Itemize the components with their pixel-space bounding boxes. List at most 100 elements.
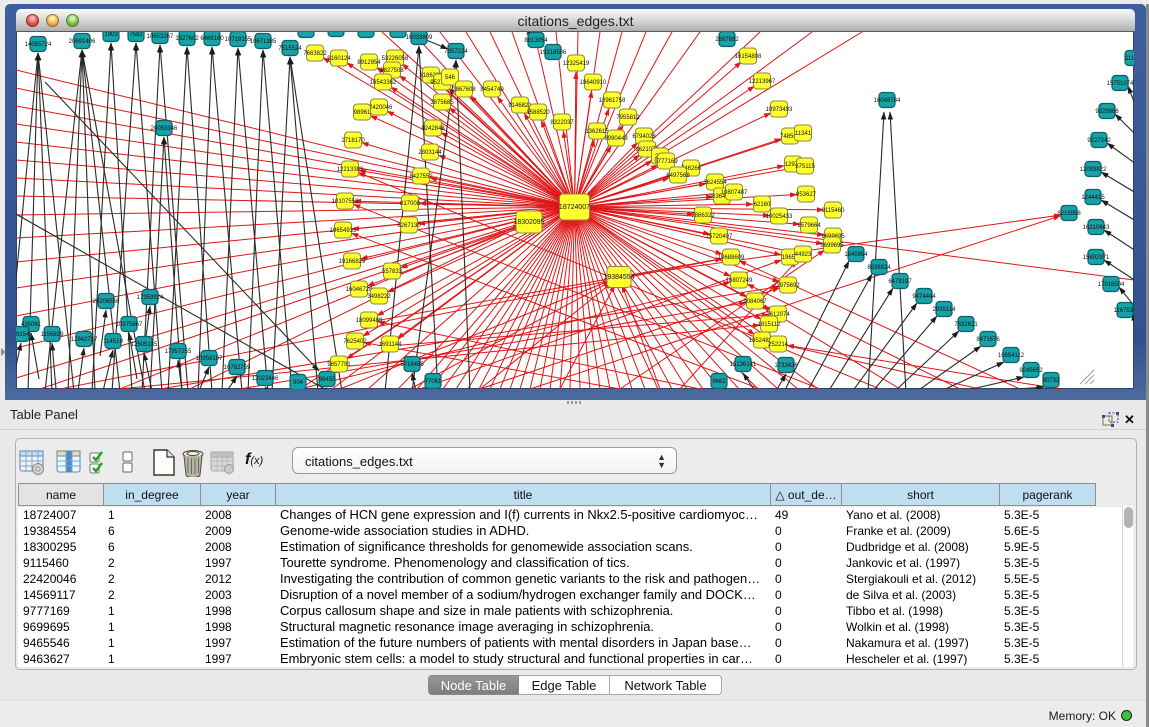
svg-text:16210643: 16210643 (1083, 225, 1110, 231)
svg-text:6794028: 6794028 (632, 134, 656, 140)
svg-text:7632621: 7632621 (954, 322, 978, 328)
svg-text:1121: 1121 (360, 32, 374, 34)
svg-text:8813054: 8813054 (524, 38, 548, 44)
svg-text:10671385: 10671385 (250, 39, 277, 45)
svg-text:9329966: 9329966 (1095, 109, 1119, 115)
svg-text:10107553: 10107553 (332, 199, 359, 205)
svg-text:62160: 62160 (754, 202, 771, 208)
svg-text:9579664: 9579664 (797, 223, 821, 229)
svg-text:9827508: 9827508 (380, 68, 404, 74)
svg-text:2718170: 2718170 (341, 138, 365, 144)
svg-text:252214: 252214 (768, 342, 789, 348)
svg-text:546: 546 (445, 75, 456, 81)
svg-text:1815112: 1815112 (758, 322, 782, 328)
svg-text:5716485: 5716485 (400, 362, 424, 368)
svg-text:11341: 11341 (795, 131, 812, 137)
svg-text:9160124: 9160124 (327, 56, 351, 62)
svg-text:12325419: 12325419 (563, 61, 590, 67)
svg-text:9857791: 9857791 (327, 362, 351, 368)
svg-text:12505135: 12505135 (131, 342, 158, 348)
svg-text:8912954: 8912954 (357, 60, 381, 66)
svg-text:7582: 7582 (129, 32, 143, 38)
svg-text:39154: 39154 (16, 332, 30, 338)
svg-text:9146821: 9146821 (508, 103, 532, 109)
svg-text:53226058: 53226058 (382, 56, 409, 62)
svg-text:19654935: 19654935 (330, 228, 357, 234)
svg-text:904: 904 (293, 380, 304, 386)
svg-text:953627: 953627 (796, 192, 817, 198)
svg-text:975115: 975115 (795, 164, 815, 170)
svg-text:80732: 80732 (1043, 378, 1060, 384)
svg-text:17016504: 17016504 (1098, 282, 1125, 288)
svg-text:7886322: 7886322 (691, 213, 715, 219)
svg-text:2935114: 2935114 (933, 307, 957, 313)
svg-text:16048784: 16048784 (874, 98, 901, 104)
svg-text:557833: 557833 (382, 269, 403, 275)
svg-text:18724007: 18724007 (559, 204, 590, 211)
svg-text:18302095: 18302095 (513, 219, 544, 226)
svg-text:8471676: 8471676 (976, 337, 1000, 343)
svg-text:10961758: 10961758 (599, 98, 626, 104)
svg-text:8267130: 8267130 (397, 223, 421, 229)
svg-text:1975692: 1975692 (776, 283, 800, 289)
svg-text:98961: 98961 (354, 110, 371, 116)
svg-text:2687682: 2687682 (715, 37, 739, 43)
svg-text:1167534: 1167534 (1114, 308, 1134, 314)
svg-text:9662: 9662 (712, 379, 726, 385)
svg-text:8938924: 8938924 (867, 265, 891, 271)
svg-text:8215958: 8215958 (1057, 211, 1081, 217)
svg-text:10653267: 10653267 (147, 34, 174, 40)
svg-text:9245652: 9245652 (1019, 368, 1043, 374)
svg-text:18807249: 18807249 (726, 278, 753, 284)
svg-text:18640910: 18640910 (580, 80, 607, 86)
svg-text:10807487: 10807487 (721, 190, 748, 196)
svg-text:7114: 7114 (392, 32, 406, 34)
svg-text:8322037: 8322037 (550, 120, 574, 126)
svg-text:1156829: 1156829 (41, 332, 65, 338)
svg-text:1855: 1855 (299, 32, 313, 34)
svg-text:2867608: 2867608 (452, 87, 476, 93)
svg-text:12023446: 12023446 (252, 376, 279, 382)
svg-text:6479197: 6479197 (888, 279, 912, 285)
svg-text:15692971: 15692971 (1083, 255, 1110, 261)
svg-text:11121: 11121 (1125, 56, 1134, 62)
svg-text:1588520: 1588520 (526, 110, 550, 116)
svg-text:16543362: 16543362 (370, 80, 397, 86)
svg-text:12213389: 12213389 (337, 167, 364, 173)
svg-text:14055724: 14055724 (25, 42, 52, 48)
svg-text:1903: 1903 (104, 32, 118, 38)
svg-text:114519: 114519 (103, 339, 123, 345)
svg-text:9084067: 9084067 (743, 299, 767, 305)
svg-text:10654112: 10654112 (998, 353, 1025, 359)
svg-text:16046728: 16046728 (346, 287, 373, 293)
svg-text:1691144: 1691144 (379, 342, 403, 348)
svg-text:12213967: 12213967 (749, 79, 776, 85)
svg-text:10719155: 10719155 (225, 37, 252, 43)
svg-text:12093822: 12093822 (1080, 167, 1107, 173)
svg-text:20053346: 20053346 (151, 126, 178, 132)
svg-text:1733426: 1733426 (774, 363, 798, 369)
svg-text:1527602: 1527602 (175, 36, 199, 42)
svg-text:1362615: 1362615 (585, 129, 609, 135)
svg-text:9474444: 9474444 (912, 294, 936, 300)
svg-text:10025433: 10025433 (766, 214, 793, 220)
svg-text:6466160: 6466160 (200, 36, 224, 42)
svg-text:3875685: 3875685 (430, 100, 454, 106)
svg-text:3624554: 3624554 (703, 180, 727, 186)
svg-text:1244415: 1244415 (1081, 195, 1105, 201)
svg-text:16033809: 16033809 (406, 35, 433, 41)
svg-text:16154808: 16154808 (735, 54, 762, 60)
svg-text:12942737: 12942737 (71, 337, 98, 343)
svg-text:15751074: 15751074 (1107, 81, 1134, 87)
svg-text:19384554: 19384554 (603, 274, 634, 281)
svg-text:44923: 44923 (795, 252, 812, 258)
svg-text:16782759: 16782759 (224, 365, 251, 371)
svg-text:7515524: 7515524 (278, 46, 302, 52)
svg-text:77061: 77061 (425, 379, 442, 385)
svg-text:2041: 2041 (329, 32, 343, 33)
svg-text:20691406: 20691406 (69, 39, 96, 45)
svg-text:8427552: 8427552 (409, 174, 433, 180)
svg-text:2803144: 2803144 (418, 150, 442, 156)
svg-text:98450: 98450 (319, 377, 336, 383)
svg-text:10958107: 10958107 (196, 356, 223, 362)
